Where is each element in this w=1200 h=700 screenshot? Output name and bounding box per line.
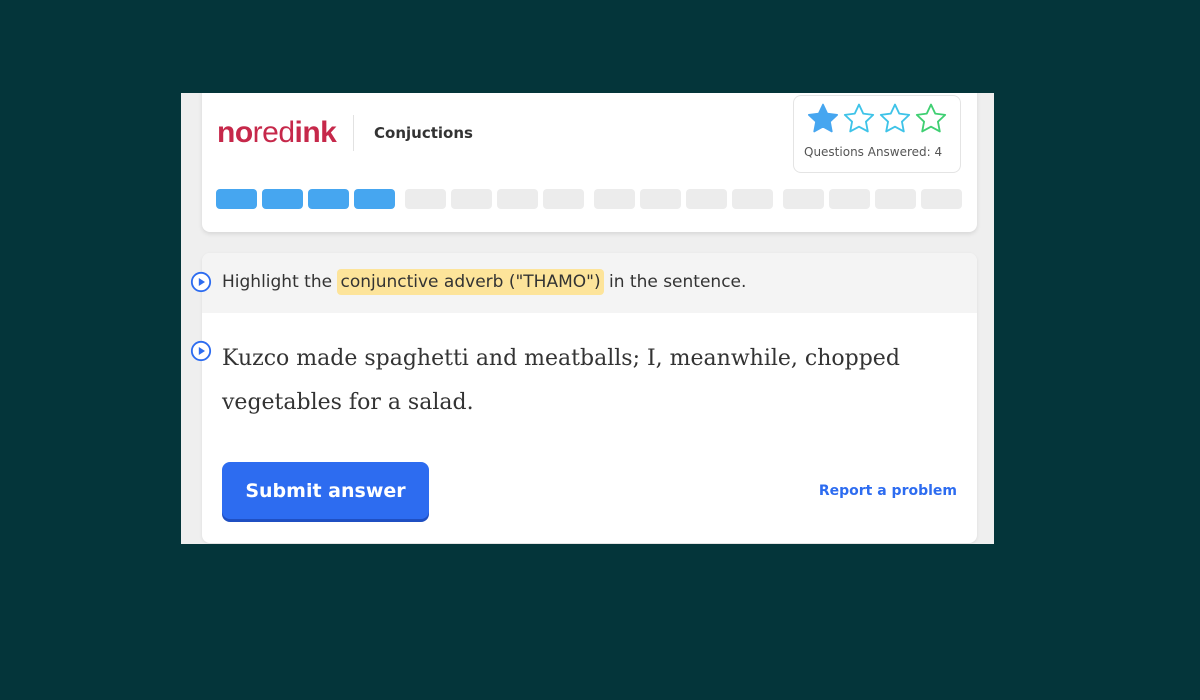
progress-segment [451,189,492,209]
star-outline-icon [879,103,911,133]
progress-segment [640,189,681,209]
report-problem-link[interactable]: Report a problem [819,483,957,499]
star-outline-icon [915,103,947,133]
progress-segment [497,189,538,209]
play-circle-icon[interactable] [190,271,212,293]
submit-answer-button[interactable]: Submit answer [222,462,429,519]
play-circle-icon[interactable] [190,340,212,362]
star-outline-icon [843,103,875,133]
star-filled-icon [807,103,839,133]
header-divider [353,115,354,151]
quiz-frame: noredink Conjuctions Questions Answered:… [181,93,994,544]
prompt-highlight: conjunctive adverb ("THAMO") [337,269,604,295]
header-card: noredink Conjuctions Questions Answered:… [202,93,977,232]
progress-segment [921,189,962,209]
noredink-logo[interactable]: noredink [217,118,337,148]
progress-segment [829,189,870,209]
star-rating [806,102,948,136]
progress-segment [354,189,395,209]
topic-title: Conjuctions [374,124,473,142]
prompt-bar: Highlight the conjunctive adverb ("THAMO… [202,253,977,313]
progress-segment [732,189,773,209]
progress-segment [875,189,916,209]
progress-segment [262,189,303,209]
progress-segment [308,189,349,209]
progress-segment [783,189,824,209]
rating-box: Questions Answered: 4 [793,95,961,173]
progress-segment [405,189,446,209]
progress-bar [216,189,962,209]
progress-segment [686,189,727,209]
prompt-text: Highlight the conjunctive adverb ("THAMO… [222,269,746,295]
question-sentence[interactable]: Kuzco made spaghetti and meatballs; I, m… [222,337,922,425]
progress-segment [594,189,635,209]
progress-segment [543,189,584,209]
progress-segment [216,189,257,209]
questions-answered-label: Questions Answered: 4 [804,145,943,159]
question-card: Highlight the conjunctive adverb ("THAMO… [202,253,977,543]
